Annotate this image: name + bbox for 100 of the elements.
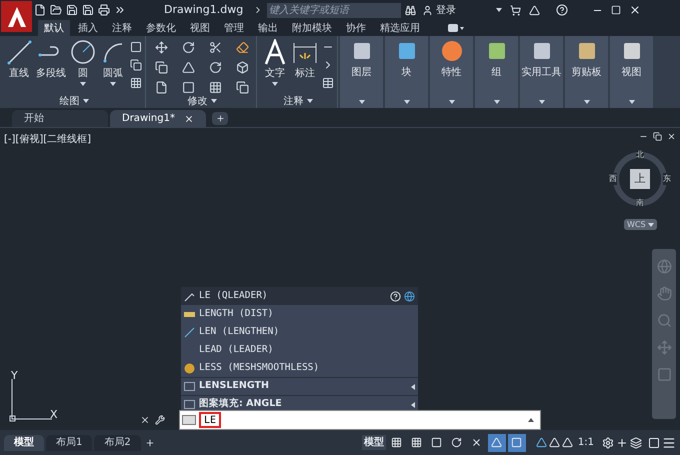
modify-tool-icon[interactable] [209, 41, 222, 54]
layout-tab[interactable]: 布局2 [94, 434, 141, 450]
fullscreen-icon[interactable] [648, 436, 660, 448]
settings-icon[interactable] [602, 436, 614, 448]
ribbon-tab[interactable]: 注释 [106, 20, 138, 36]
save-as-icon[interactable] [82, 4, 94, 16]
autocomplete-item[interactable]: LENSLENGTH [181, 377, 418, 395]
dropdown-caret-icon [272, 82, 278, 86]
ucs-dropdown[interactable]: WCS [624, 219, 657, 230]
modify-tool-icon[interactable] [155, 81, 168, 94]
ribbon-tab[interactable]: 默认 [38, 20, 70, 36]
close-icon[interactable] [140, 415, 150, 425]
ribbon-tab[interactable]: 附加模块 [286, 20, 338, 36]
annotate-small-icon[interactable] [322, 77, 334, 89]
autocomplete-item[interactable]: LENGTH (DIST) [181, 305, 418, 323]
ribbon-panel-button[interactable]: 图层 [340, 36, 383, 108]
annotation-icon[interactable] [536, 437, 547, 448]
close-icon[interactable] [629, 4, 642, 16]
viewcube-face[interactable]: 上 [630, 169, 650, 189]
autocomplete-item[interactable]: LE (QLEADER) [181, 287, 418, 305]
close-tab-icon[interactable] [184, 114, 194, 124]
ribbon-panel-button[interactable]: 组 [475, 36, 518, 108]
ribbon-panel-button[interactable]: 块 [385, 36, 428, 108]
expand-arrow-icon[interactable] [411, 402, 415, 408]
close-icon[interactable] [667, 132, 676, 141]
help-icon[interactable] [390, 290, 401, 302]
viewport-label[interactable]: [-][俯视][二维线框] [4, 132, 92, 147]
user-icon[interactable] [422, 4, 434, 16]
draw-small-icon[interactable] [130, 77, 142, 89]
panel-title-button[interactable]: 修改 [148, 94, 256, 108]
modify-tool-icon[interactable] [236, 41, 249, 54]
maximize-icon[interactable] [611, 5, 622, 15]
login-link[interactable]: 登录 [436, 2, 456, 18]
cart-icon[interactable] [510, 4, 522, 16]
wrench-icon[interactable] [155, 415, 165, 425]
restore-icon[interactable] [653, 132, 662, 141]
web-search-icon[interactable] [404, 290, 415, 302]
ribbon-large-button[interactable]: 圆弧 [100, 39, 126, 86]
ribbon-tab[interactable]: 协作 [340, 20, 372, 36]
ribbon-tab[interactable]: 视图 [184, 20, 216, 36]
modify-tool-icon[interactable] [182, 61, 195, 74]
more-icon[interactable] [114, 4, 126, 16]
compass-label[interactable]: 南 [636, 197, 644, 209]
draw-small-icon[interactable] [130, 41, 142, 53]
ribbon-large-button[interactable]: 标注 [292, 39, 318, 86]
modify-tool-icon[interactable] [182, 41, 195, 54]
modify-tool-icon[interactable] [155, 61, 168, 74]
scale-dropdown[interactable]: 1:1 [578, 435, 594, 450]
new-file-icon[interactable] [34, 4, 46, 16]
ribbon-panel-button[interactable]: 特性 [430, 36, 473, 108]
panel-title-button[interactable]: 注释 [259, 94, 337, 108]
ribbon-tab[interactable]: 插入 [72, 20, 104, 36]
model-space-button[interactable]: 模型 [362, 435, 386, 450]
save-icon[interactable] [66, 4, 78, 16]
layout-tab[interactable]: 模型 [4, 434, 44, 450]
open-folder-icon[interactable] [50, 4, 62, 16]
status-toggle-button[interactable] [508, 434, 526, 452]
compass-label[interactable]: 东 [663, 173, 671, 185]
ribbon-panel-button[interactable]: 视图 [610, 36, 653, 108]
layout-tab[interactable]: 布局1 [46, 434, 92, 450]
ribbon-large-button[interactable]: 多段线 [36, 39, 66, 86]
compass-label[interactable]: 西 [609, 173, 617, 185]
status-toggle-button[interactable] [488, 434, 506, 452]
history-arrow-icon[interactable] [528, 418, 534, 422]
expand-arrow-icon[interactable] [411, 384, 415, 390]
autocomplete-item[interactable]: LEAD (LEADER) [181, 341, 418, 359]
ribbon-large-button[interactable]: 圆 [70, 39, 96, 86]
command-input[interactable]: LE [199, 412, 221, 428]
modify-tool-icon[interactable] [155, 41, 168, 54]
draw-small-icon[interactable] [130, 59, 142, 71]
modify-tool-icon[interactable] [182, 81, 195, 94]
display-toggle-icon[interactable] [448, 24, 464, 32]
ribbon-large-button[interactable]: 文字 [262, 39, 288, 86]
print-icon[interactable] [98, 4, 110, 16]
ribbon-tab[interactable]: 精选应用 [374, 20, 426, 36]
autocomplete-item[interactable]: LESS (MESHSMOOTHLESS) [181, 359, 418, 377]
ribbon-tab[interactable]: 输出 [252, 20, 284, 36]
draw-tool-icon [70, 39, 96, 65]
new-tab-button[interactable] [212, 112, 228, 125]
ribbon-tab[interactable]: 参数化 [140, 20, 182, 36]
binoculars-icon[interactable] [405, 4, 416, 16]
search-field[interactable]: 键入关键字或短语 [267, 2, 402, 18]
compass-label[interactable]: 北 [636, 149, 644, 161]
plus-icon[interactable] [616, 436, 628, 448]
modify-tool-icon[interactable] [209, 61, 222, 74]
app-logo-button[interactable] [1, 1, 32, 32]
menu-icon[interactable] [662, 436, 676, 450]
panel-title-button[interactable]: 绘图 [3, 94, 145, 108]
modify-tool-icon[interactable] [236, 61, 249, 74]
isolate-icon[interactable] [630, 436, 642, 448]
ribbon-panel-button[interactable]: 实用工具 [520, 36, 563, 108]
ribbon-large-button[interactable]: 直线 [6, 39, 32, 86]
autocomplete-item[interactable]: LEN (LENGTHEN) [181, 323, 418, 341]
ribbon-tab[interactable]: 管理 [218, 20, 250, 36]
help-icon[interactable] [556, 4, 568, 16]
modify-tool-icon[interactable] [209, 81, 222, 94]
file-tab[interactable]: Drawing1* [110, 110, 206, 127]
file-tab[interactable]: 开始 [12, 110, 108, 127]
modify-tool-icon[interactable] [236, 81, 249, 94]
ribbon-panel-button[interactable]: 剪贴板 [565, 36, 608, 108]
